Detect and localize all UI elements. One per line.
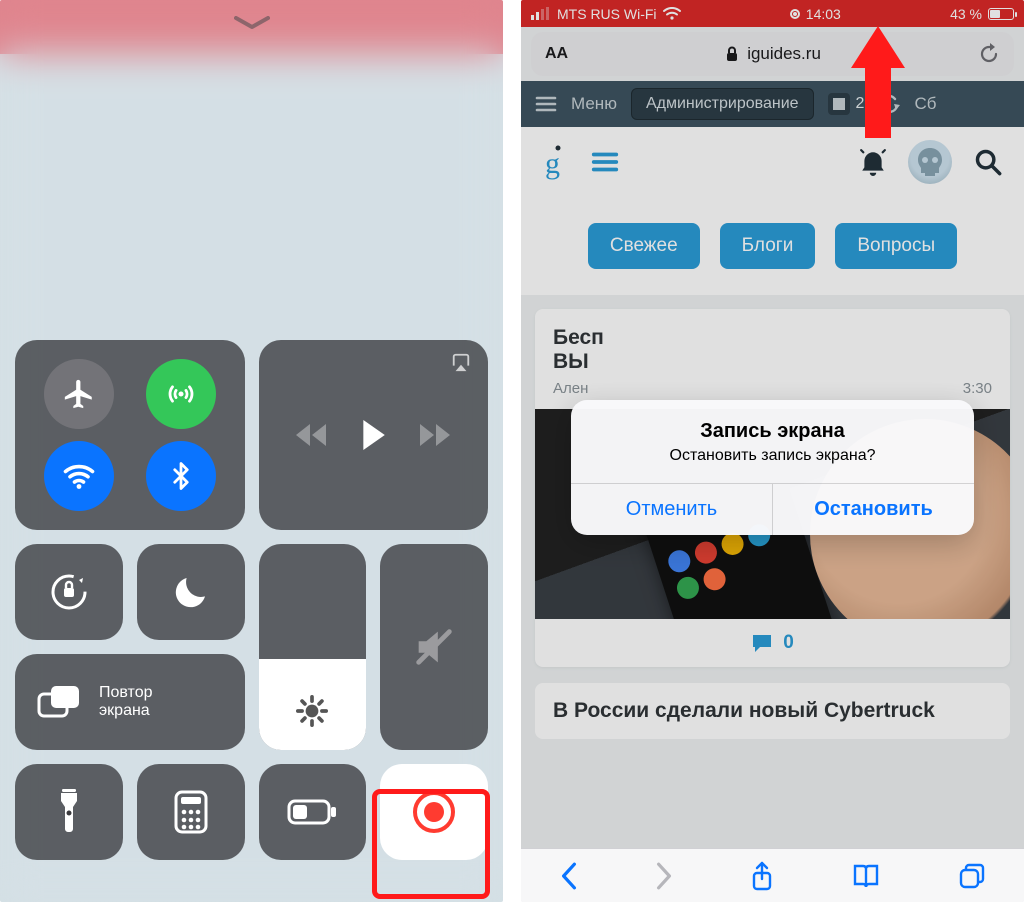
record-icon bbox=[411, 789, 457, 835]
connectivity-tile[interactable] bbox=[15, 340, 245, 530]
screen-mirror-icon bbox=[37, 684, 81, 720]
annotation-arrow bbox=[851, 26, 905, 138]
flashlight-icon bbox=[57, 789, 81, 835]
forward-nav-icon bbox=[655, 862, 673, 890]
forward-icon[interactable] bbox=[420, 424, 450, 446]
moon-icon bbox=[170, 571, 212, 613]
bluetooth-icon bbox=[166, 461, 196, 491]
flashlight-button[interactable] bbox=[15, 764, 123, 860]
control-center-grid: Повтор экрана bbox=[15, 340, 488, 884]
alert-message: Остановить запись экрана? bbox=[591, 447, 954, 465]
volume-slider[interactable] bbox=[380, 544, 488, 750]
alert-cancel-button[interactable]: Отменить bbox=[571, 484, 772, 535]
share-icon[interactable] bbox=[750, 861, 774, 891]
airplane-mode-toggle[interactable] bbox=[44, 359, 114, 429]
bookmarks-icon[interactable] bbox=[851, 863, 881, 889]
safari-toolbar bbox=[521, 848, 1024, 902]
sun-icon bbox=[295, 694, 329, 728]
wifi-icon bbox=[61, 458, 97, 494]
low-power-button[interactable] bbox=[259, 764, 367, 860]
speaker-muted-icon bbox=[411, 624, 457, 670]
screen-mirror-label: Повтор экрана bbox=[99, 684, 153, 721]
airplay-icon[interactable] bbox=[450, 352, 472, 372]
media-controls-tile[interactable] bbox=[259, 340, 489, 530]
orientation-lock-icon bbox=[47, 570, 91, 614]
cellular-data-toggle[interactable] bbox=[146, 359, 216, 429]
battery-icon bbox=[287, 799, 337, 825]
calculator-icon bbox=[174, 790, 208, 834]
safari-recording-screenshot: MTS RUS Wi-Fi 14:03 43 % AA iguides.ru М… bbox=[521, 0, 1024, 902]
do-not-disturb-toggle[interactable] bbox=[137, 544, 245, 640]
screen-record-button[interactable] bbox=[380, 764, 488, 860]
alert-title: Запись экрана bbox=[591, 420, 954, 443]
orientation-lock-toggle[interactable] bbox=[15, 544, 123, 640]
calculator-button[interactable] bbox=[137, 764, 245, 860]
cellular-icon bbox=[164, 377, 198, 411]
bluetooth-toggle[interactable] bbox=[146, 441, 216, 511]
brightness-slider[interactable] bbox=[259, 544, 367, 750]
play-icon[interactable] bbox=[360, 420, 386, 450]
stop-recording-alert: Запись экрана Остановить запись экрана? … bbox=[571, 400, 974, 535]
chevron-down-icon[interactable] bbox=[232, 16, 272, 30]
airplane-icon bbox=[62, 377, 96, 411]
screen-mirroring-button[interactable]: Повтор экрана bbox=[15, 654, 245, 750]
control-center-screenshot: Повтор экрана bbox=[0, 0, 503, 902]
rewind-icon[interactable] bbox=[296, 424, 326, 446]
back-icon[interactable] bbox=[560, 862, 578, 890]
alert-stop-button[interactable]: Остановить bbox=[772, 484, 974, 535]
tabs-icon[interactable] bbox=[958, 862, 986, 890]
wifi-toggle[interactable] bbox=[44, 441, 114, 511]
